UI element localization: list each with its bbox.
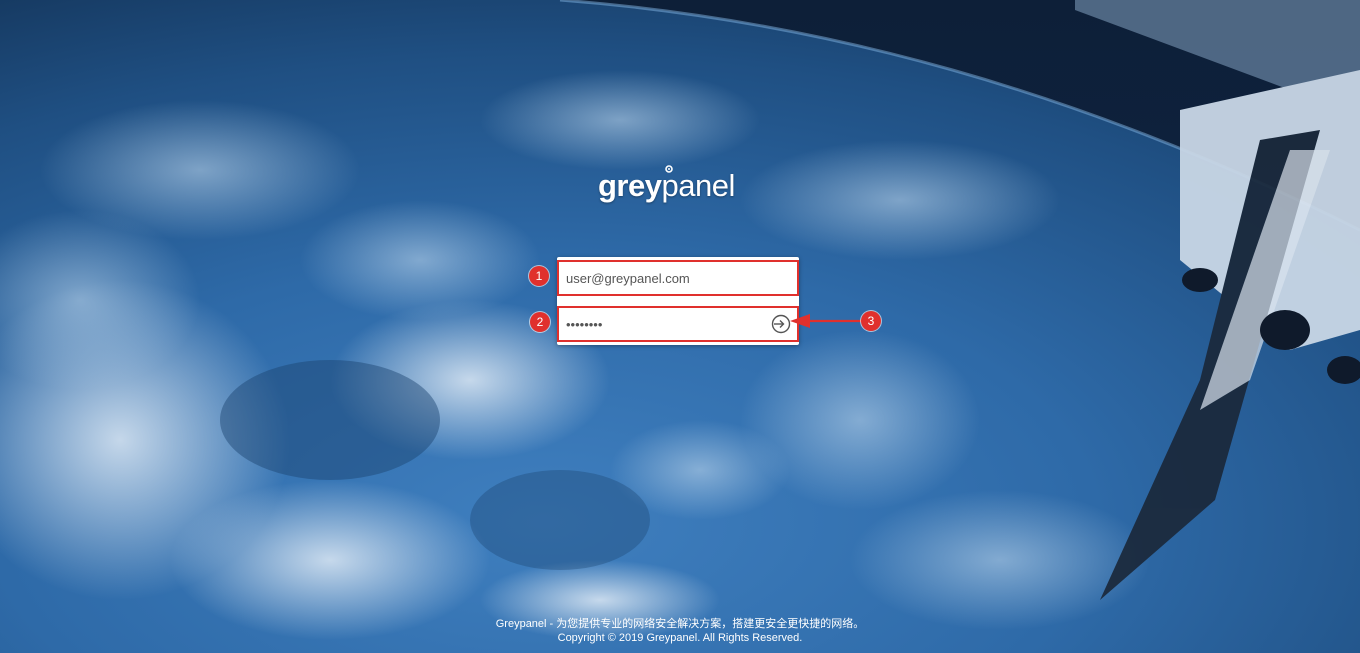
- login-form: [557, 257, 799, 345]
- login-page: greypanel 1 2 3 Greypanel - 为您提供专业的网络安全解…: [0, 0, 1360, 653]
- username-input[interactable]: [566, 262, 766, 294]
- annotation-arrow: [790, 314, 862, 328]
- password-field-wrapper: [557, 306, 799, 342]
- gear-icon: [665, 165, 673, 173]
- footer: Greypanel - 为您提供专业的网络安全解决方案，搭建更安全更快捷的网络。…: [0, 617, 1360, 645]
- annotation-marker-2: 2: [530, 312, 550, 332]
- username-field-wrapper: [557, 260, 799, 296]
- annotation-marker-3: 3: [861, 311, 881, 331]
- annotation-marker-1: 1: [529, 266, 549, 286]
- logo-text-grey: grey: [598, 168, 662, 203]
- password-input[interactable]: [566, 308, 766, 340]
- footer-copyright: Copyright © 2019 Greypanel. All Rights R…: [557, 632, 803, 644]
- footer-tagline: Greypanel - 为您提供专业的网络安全解决方案，搭建更安全更快捷的网络。: [495, 618, 865, 630]
- greypanel-logo: greypanel: [598, 165, 762, 208]
- login-arrow-icon[interactable]: [770, 313, 792, 335]
